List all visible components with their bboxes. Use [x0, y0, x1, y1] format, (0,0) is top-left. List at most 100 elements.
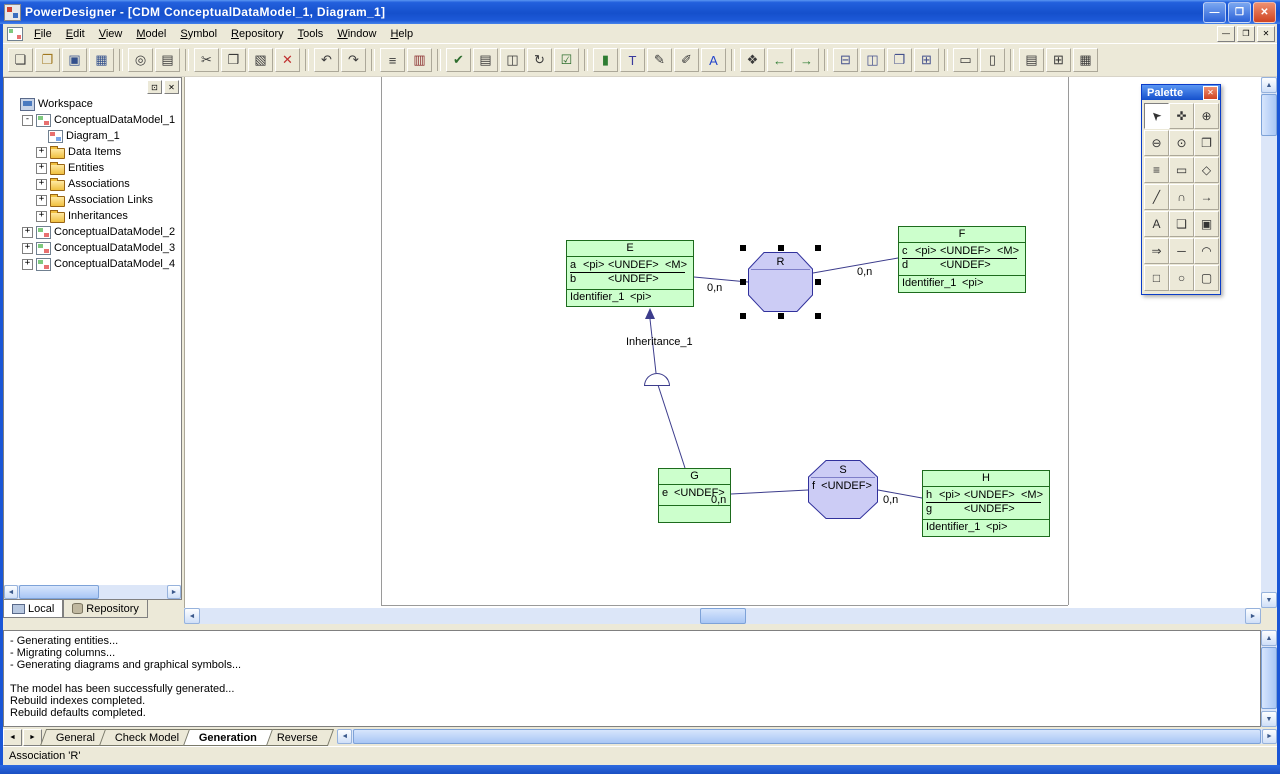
menu-help[interactable]: Help [383, 26, 420, 42]
tile-vertical-button[interactable]: ◫ [860, 48, 885, 72]
save-button[interactable]: ▣ [62, 48, 87, 72]
entity-symbol-h[interactable]: Hh<pi><UNDEF><M>g<UNDEF>Identifier_1<pi> [922, 470, 1050, 537]
align-left-button[interactable]: ▭ [953, 48, 978, 72]
paste-button[interactable]: ▧ [248, 48, 273, 72]
menu-tools[interactable]: Tools [291, 26, 331, 42]
selection-handle[interactable] [778, 245, 784, 251]
tab-generation[interactable]: Generation [183, 729, 273, 746]
menu-file[interactable]: File [27, 26, 59, 42]
copy-button[interactable]: ❒ [221, 48, 246, 72]
menu-repository[interactable]: Repository [224, 26, 291, 42]
association-link-tool-button[interactable]: → [1194, 184, 1219, 210]
print-button[interactable]: ▤ [155, 48, 180, 72]
tree-item-workspace[interactable]: Workspace [4, 96, 181, 112]
inheritance-label[interactable]: Inheritance_1 [626, 336, 693, 348]
scroll-thumb[interactable] [353, 729, 1261, 744]
note-link-tool-button[interactable]: ⇒ [1144, 238, 1169, 264]
tab-reverse[interactable]: Reverse [261, 729, 334, 746]
dock-button[interactable]: ⊡ [147, 80, 162, 94]
expand-toggle[interactable]: + [36, 195, 47, 206]
selection-handle[interactable] [815, 313, 821, 319]
properties-tool-button[interactable]: ≡ [1144, 157, 1169, 183]
arc-tool-button[interactable]: ◠ [1194, 238, 1219, 264]
scroll-right-arrow[interactable]: ► [1245, 608, 1261, 624]
title-tool-button[interactable]: ▣ [1194, 211, 1219, 237]
tree-item-associations[interactable]: +Associations [4, 176, 181, 192]
expand-toggle[interactable]: + [22, 243, 33, 254]
title-bar[interactable]: PowerDesigner - [CDM ConceptualDataModel… [0, 0, 1280, 24]
delete-button[interactable]: ✕ [275, 48, 300, 72]
cascade-button[interactable]: ❐ [887, 48, 912, 72]
canvas-vscrollbar[interactable]: ▲ ▼ [1261, 77, 1277, 608]
line-tool-button[interactable]: ─ [1169, 238, 1194, 264]
expand-toggle[interactable]: + [36, 163, 47, 174]
scroll-up-arrow[interactable]: ▲ [1261, 630, 1277, 646]
scroll-right-arrow[interactable]: ► [1262, 729, 1277, 744]
scroll-down-arrow[interactable]: ▼ [1261, 592, 1277, 608]
association-tool-button[interactable]: ◇ [1194, 157, 1219, 183]
tile-horizontal-button[interactable]: ⊟ [833, 48, 858, 72]
expand-toggle[interactable]: - [22, 115, 33, 126]
rounded-rectangle-tool-button[interactable]: ▢ [1194, 265, 1219, 291]
brush-button[interactable]: ✐ [674, 48, 699, 72]
global-view-tool-button[interactable]: ⊙ [1169, 130, 1194, 156]
previous-diagram-button[interactable]: ← [767, 48, 792, 72]
scroll-left-arrow[interactable]: ◄ [337, 729, 352, 744]
output-vscrollbar[interactable]: ▲ ▼ [1261, 630, 1277, 727]
format-painter-button[interactable]: ❖ [740, 48, 765, 72]
pointer-tool-button[interactable]: ➤ [1144, 103, 1169, 129]
tab-repository[interactable]: Repository [63, 600, 148, 618]
cardinality-label[interactable]: 0,n [857, 266, 872, 278]
expand-toggle[interactable]: + [22, 227, 33, 238]
rectangle-tool-button[interactable]: □ [1144, 265, 1169, 291]
mdi-minimize-button[interactable]: — [1217, 26, 1235, 42]
tree-item-diagram-1[interactable]: Diagram_1 [4, 128, 181, 144]
cardinality-label[interactable]: 0,n [707, 282, 722, 294]
selection-handle[interactable] [815, 245, 821, 251]
tree-item-conceptualdatamodel-2[interactable]: +ConceptualDataModel_2 [4, 224, 181, 240]
scroll-thumb[interactable] [19, 585, 99, 599]
check-model-button[interactable]: ✔ [446, 48, 471, 72]
glossary-button[interactable]: ▥ [407, 48, 432, 72]
tab-local[interactable]: Local [3, 600, 63, 618]
scroll-thumb[interactable] [1261, 94, 1277, 136]
scroll-left-arrow[interactable]: ◄ [184, 608, 200, 624]
redo-button[interactable]: ↷ [341, 48, 366, 72]
cardinality-label[interactable]: 0,n [711, 494, 726, 506]
palette-title-bar[interactable]: Palette ✕ [1142, 85, 1220, 100]
menu-model[interactable]: Model [129, 26, 173, 42]
tree-item-conceptualdatamodel-4[interactable]: +ConceptualDataModel_4 [4, 256, 181, 272]
selection-handle[interactable] [778, 313, 784, 319]
arrange-icons-button[interactable]: ⊞ [914, 48, 939, 72]
expand-toggle[interactable]: + [36, 147, 47, 158]
association-symbol-r[interactable]: R [748, 252, 813, 312]
grabber-tool-button[interactable]: ✜ [1169, 103, 1194, 129]
font-button[interactable]: A [701, 48, 726, 72]
model-report-button[interactable]: ▤ [473, 48, 498, 72]
generate-button[interactable]: ↻ [527, 48, 552, 72]
open-button[interactable]: ❐ [35, 48, 60, 72]
scroll-thumb[interactable] [700, 608, 746, 624]
properties-button[interactable]: ≡ [380, 48, 405, 72]
tree-item-data-items[interactable]: +Data Items [4, 144, 181, 160]
find-button[interactable]: ◎ [128, 48, 153, 72]
snap-to-grid-button[interactable]: ▦ [1073, 48, 1098, 72]
expand-toggle[interactable]: + [36, 211, 47, 222]
save-all-button[interactable]: ▦ [89, 48, 114, 72]
selection-handle[interactable] [740, 313, 746, 319]
menu-edit[interactable]: Edit [59, 26, 92, 42]
align-top-button[interactable]: ▯ [980, 48, 1005, 72]
maximize-button[interactable]: ❐ [1228, 2, 1251, 23]
minimize-button[interactable]: — [1203, 2, 1226, 23]
compare-models-button[interactable]: ◫ [500, 48, 525, 72]
output-hscrollbar[interactable]: ◄► [337, 729, 1277, 744]
inheritance-tool-button[interactable]: ∩ [1169, 184, 1194, 210]
mdi-close-button[interactable]: ✕ [1257, 26, 1275, 42]
mdi-restore-button[interactable]: ❐ [1237, 26, 1255, 42]
undo-button[interactable]: ↶ [314, 48, 339, 72]
show-symbols-button[interactable]: ▤ [1019, 48, 1044, 72]
menu-view[interactable]: View [92, 26, 130, 42]
tree-hscrollbar[interactable]: ◄ ► [4, 585, 181, 599]
menu-window[interactable]: Window [330, 26, 383, 42]
tab-check-model[interactable]: Check Model [99, 729, 195, 746]
